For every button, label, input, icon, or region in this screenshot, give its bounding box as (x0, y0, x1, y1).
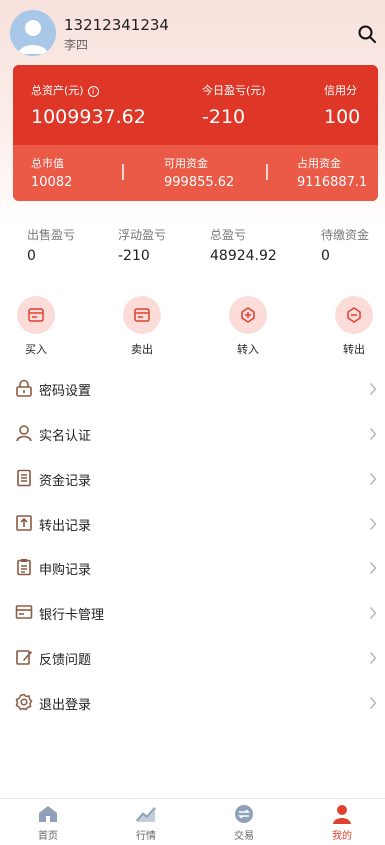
occupied-funds-label: 占用资金 (297, 157, 341, 170)
tab-home[interactable]: 首页 (0, 799, 96, 845)
user-icon (15, 424, 33, 442)
menu-item-subscription-records[interactable]: 申购记录 (0, 545, 385, 589)
chevron-right-icon (369, 695, 377, 709)
upload-icon (15, 514, 33, 532)
transfer-out-button[interactable]: 转出 (324, 296, 384, 357)
available-funds-label: 可用资金 (164, 157, 208, 170)
chart-icon (135, 804, 157, 824)
chevron-right-icon (369, 471, 377, 485)
total-assets-label: 总资产(元) i (31, 82, 99, 98)
transfer-in-label: 转入 (237, 343, 259, 356)
menu-item-verification[interactable]: 实名认证 (0, 411, 385, 455)
user-name: 李四 (64, 38, 89, 52)
menu-label: 反馈问题 (39, 653, 92, 668)
buy-button[interactable]: 买入 (6, 296, 66, 357)
search-icon[interactable] (357, 24, 377, 44)
list-icon (15, 469, 33, 487)
card-icon (17, 296, 55, 334)
tab-label: 交易 (234, 831, 254, 842)
chevron-right-icon (369, 516, 377, 530)
pending-funds-value: 0 (321, 248, 330, 264)
occupied-funds-value: 9116887.1 (297, 175, 368, 190)
credit-label: 信用分 (324, 84, 357, 97)
total-pnl-value: 48924.92 (210, 248, 277, 264)
buy-label: 买入 (25, 343, 47, 356)
sale-pnl-label: 出售盈亏 (27, 228, 76, 242)
sale-pnl-value: 0 (27, 248, 36, 264)
transfer-out-icon (335, 296, 373, 334)
floating-pnl-value: -210 (118, 248, 150, 264)
tab-label: 我的 (332, 831, 352, 842)
menu-item-fund-records[interactable]: 资金记录 (0, 456, 385, 500)
total-assets-value: 1009937.62 (31, 106, 146, 128)
today-pnl-label: 今日盈亏(元) (202, 84, 266, 97)
asset-card-upper (13, 65, 378, 145)
sell-label: 卖出 (131, 343, 153, 356)
tab-trade[interactable]: 交易 (196, 799, 292, 845)
market-value-value: 10082 (31, 175, 73, 190)
menu-item-logout[interactable]: 退出登录 (0, 680, 385, 724)
pending-funds-label: 待缴资金 (321, 228, 370, 242)
user-phone: 13212341234 (64, 16, 169, 34)
menu-item-feedback[interactable]: 反馈问题 (0, 635, 385, 679)
divider (266, 164, 268, 180)
chevron-right-icon (369, 381, 377, 395)
chevron-right-icon (369, 560, 377, 574)
divider (122, 164, 124, 180)
card-icon (123, 296, 161, 334)
market-value-label: 总市值 (31, 157, 64, 170)
chevron-right-icon (369, 650, 377, 664)
tab-market[interactable]: 行情 (98, 799, 194, 845)
person-icon (331, 804, 353, 824)
bottom-tab-bar: 首页 行情 交易 我的 (0, 798, 385, 845)
info-icon[interactable]: i (87, 86, 99, 97)
tab-label: 首页 (38, 831, 58, 842)
menu-label: 申购记录 (39, 563, 92, 578)
avatar[interactable] (10, 10, 56, 56)
menu-label: 退出登录 (39, 698, 92, 713)
chevron-right-icon (369, 605, 377, 619)
home-icon (37, 804, 59, 824)
menu-label: 银行卡管理 (39, 608, 105, 623)
exchange-icon (233, 804, 255, 824)
transfer-in-icon (229, 296, 267, 334)
total-pnl-label: 总盈亏 (210, 228, 247, 242)
sell-button[interactable]: 卖出 (112, 296, 172, 357)
transfer-in-button[interactable]: 转入 (218, 296, 278, 357)
gear-icon (15, 693, 33, 711)
menu-item-password[interactable]: 密码设置 (0, 366, 385, 410)
menu-label: 实名认证 (39, 429, 92, 444)
menu-label: 密码设置 (39, 384, 92, 399)
tab-label: 行情 (136, 831, 156, 842)
transfer-out-label: 转出 (343, 343, 365, 356)
profile-header: 13212341234 李四 (0, 0, 385, 62)
tab-mine[interactable]: 我的 (294, 799, 385, 845)
menu-label: 转出记录 (39, 519, 92, 534)
credit-value: 100 (324, 106, 361, 128)
available-funds-value: 999855.62 (164, 175, 235, 190)
today-pnl-value: -210 (202, 106, 246, 128)
menu-item-bank-card[interactable]: 银行卡管理 (0, 590, 385, 634)
asset-card-lower (13, 145, 378, 201)
chevron-right-icon (369, 426, 377, 440)
floating-pnl-label: 浮动盈亏 (118, 228, 167, 242)
lock-icon (15, 379, 33, 397)
bank-card-icon (15, 603, 33, 621)
menu-item-transfer-records[interactable]: 转出记录 (0, 501, 385, 545)
edit-icon (15, 648, 33, 666)
clipboard-icon (15, 558, 33, 576)
menu-label: 资金记录 (39, 474, 92, 489)
